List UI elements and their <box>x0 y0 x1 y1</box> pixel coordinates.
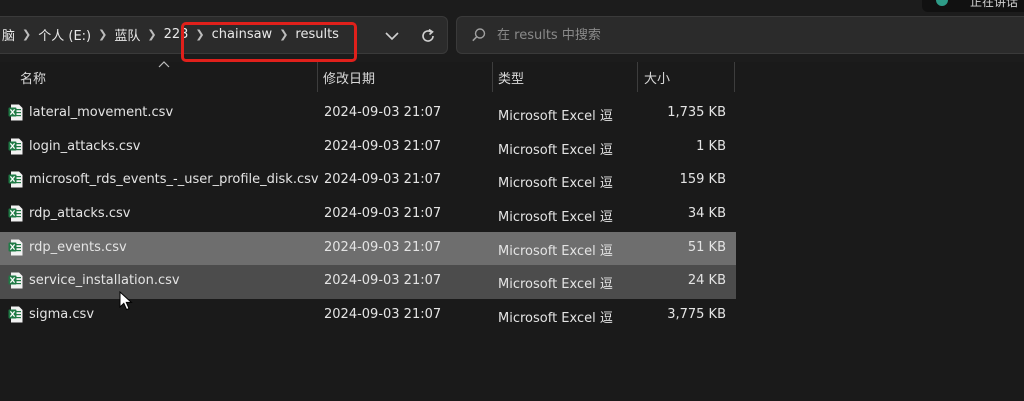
file-modified-date: 2024-09-03 21:07 <box>324 307 442 323</box>
chevron-right-icon[interactable]: ❯ <box>93 28 112 41</box>
file-size: 3,775 KB <box>667 307 726 323</box>
file-size: 159 KB <box>679 172 726 188</box>
file-row[interactable]: service_installation.csv 2024-09-03 21:07… <box>0 265 736 300</box>
file-row[interactable]: rdp_events.csv 2024-09-03 21:07 Microsoft … <box>0 231 736 266</box>
column-divider[interactable] <box>317 62 318 92</box>
breadcrumb-item-drive[interactable]: 个人 (E:) <box>36 25 93 44</box>
column-header-name[interactable]: 名称 <box>20 68 46 87</box>
chevron-right-icon[interactable]: ❯ <box>274 28 293 41</box>
column-divider[interactable] <box>492 62 493 92</box>
column-header-type[interactable]: 类型 <box>498 68 524 87</box>
file-size: 34 KB <box>687 206 726 222</box>
file-name: service_installation.csv <box>29 273 180 289</box>
address-toolbar: 脑 ❯ 个人 (E:) ❯ 蓝队 ❯ 223 ❯ chainsaw ❯ resu… <box>0 0 1024 62</box>
file-modified-date: 2024-09-03 21:07 <box>324 206 442 222</box>
excel-csv-file-icon <box>8 306 23 323</box>
file-type: Microsoft Excel 逗 <box>498 311 613 327</box>
breadcrumb-item-results[interactable]: results <box>293 27 341 42</box>
column-header-date[interactable]: 修改日期 <box>323 68 375 87</box>
file-name: login_attacks.csv <box>29 138 141 154</box>
chevron-right-icon[interactable]: ❯ <box>142 28 161 41</box>
file-list: lateral_movement.csv 2024-09-03 21:07 Micr… <box>0 97 736 333</box>
column-header-row: 名称 修改日期 类型 大小 <box>0 61 736 92</box>
breadcrumb: 脑 ❯ 个人 (E:) ❯ 蓝队 ❯ 223 ❯ chainsaw ❯ resu… <box>0 25 341 44</box>
excel-csv-file-icon <box>8 171 23 188</box>
file-size: 1 KB <box>696 138 726 154</box>
search-box[interactable] <box>456 16 1024 54</box>
column-header-size[interactable]: 大小 <box>644 68 670 87</box>
file-row[interactable]: microsoft_rds_events_-_user_profile_disk… <box>0 164 736 198</box>
file-name: microsoft_rds_events_-_user_profile_disk… <box>29 172 319 188</box>
excel-csv-file-icon <box>8 138 23 155</box>
file-modified-date: 2024-09-03 21:07 <box>324 172 442 188</box>
sort-ascending-icon <box>158 61 170 68</box>
file-type: Microsoft Excel 逗 <box>498 277 613 293</box>
excel-csv-file-icon <box>8 272 23 289</box>
excel-csv-file-icon <box>8 104 23 121</box>
microphone-icon <box>936 0 948 6</box>
file-type: Microsoft Excel 逗 <box>498 142 613 158</box>
breadcrumb-item-chainsaw[interactable]: chainsaw <box>210 27 275 42</box>
file-row[interactable]: sigma.csv 2024-09-03 21:07 Microsoft Excel… <box>0 299 736 333</box>
file-type: Microsoft Excel 逗 <box>498 109 613 124</box>
file-type: Microsoft Excel 逗 <box>498 243 613 259</box>
file-modified-date: 2024-09-03 21:07 <box>324 239 442 255</box>
refresh-button[interactable] <box>413 26 443 46</box>
breadcrumb-item-pc[interactable]: 脑 <box>0 25 17 44</box>
address-dropdown-button[interactable] <box>377 26 407 46</box>
file-size: 24 KB <box>687 273 726 289</box>
file-modified-date: 2024-09-03 21:07 <box>324 138 442 154</box>
search-input[interactable] <box>497 25 897 45</box>
chevron-right-icon[interactable]: ❯ <box>17 28 36 41</box>
breadcrumb-item-223[interactable]: 223 <box>162 27 191 42</box>
excel-csv-file-icon <box>8 239 23 256</box>
column-divider[interactable] <box>637 62 638 92</box>
file-row[interactable]: login_attacks.csv 2024-09-03 21:07 Microso… <box>0 131 736 165</box>
file-size: 1,735 KB <box>667 105 726 120</box>
excel-csv-file-icon <box>8 205 23 222</box>
speaking-indicator: 正在讲话 <box>922 0 1024 12</box>
breadcrumb-item-blue-team[interactable]: 蓝队 <box>112 25 142 44</box>
file-row[interactable]: rdp_attacks.csv 2024-09-03 21:07 Microsoft… <box>0 198 736 232</box>
file-row[interactable]: lateral_movement.csv 2024-09-03 21:07 Micr… <box>0 97 736 131</box>
file-type: Microsoft Excel 逗 <box>498 176 613 192</box>
column-divider[interactable] <box>734 62 735 92</box>
file-name: rdp_events.csv <box>29 239 127 255</box>
search-icon <box>472 28 486 42</box>
file-name: sigma.csv <box>29 307 95 323</box>
mouse-cursor-icon <box>119 291 133 311</box>
file-modified-date: 2024-09-03 21:07 <box>324 105 442 120</box>
chevron-down-icon <box>385 32 399 41</box>
file-name: rdp_attacks.csv <box>29 206 131 222</box>
file-name: lateral_movement.csv <box>29 105 174 120</box>
speaking-label: 正在讲话 <box>970 0 1019 9</box>
file-modified-date: 2024-09-03 21:07 <box>324 273 442 289</box>
file-size: 51 KB <box>687 239 726 255</box>
file-type: Microsoft Excel 逗 <box>498 210 613 226</box>
chevron-right-icon[interactable]: ❯ <box>190 28 209 41</box>
refresh-icon <box>422 28 434 42</box>
